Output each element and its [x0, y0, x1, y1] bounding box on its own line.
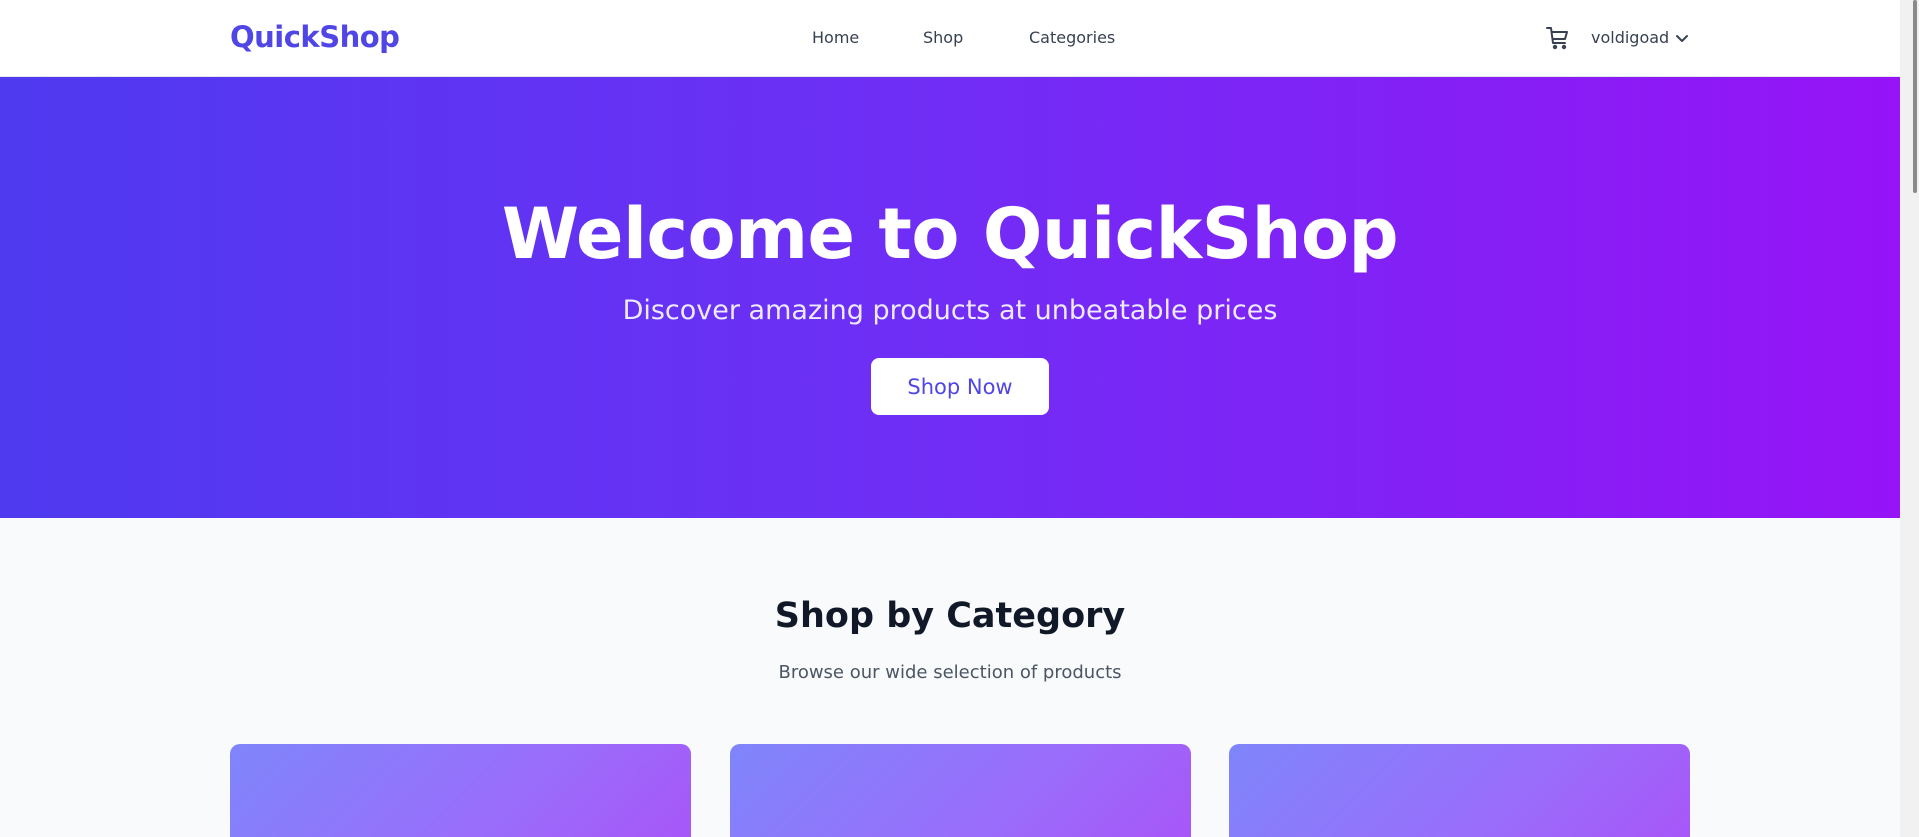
cart-button[interactable]: [1544, 24, 1572, 52]
nav-shop-link[interactable]: Shop: [923, 28, 963, 47]
category-section-subtitle: Browse our wide selection of products: [778, 662, 1122, 683]
shop-now-button[interactable]: Shop Now: [871, 358, 1049, 415]
page: QuickShop Home Shop Categories voldigoad…: [0, 0, 1919, 837]
cart-icon: [1546, 27, 1568, 50]
nav-categories-link[interactable]: Categories: [1029, 28, 1115, 47]
username: voldigoad: [1591, 28, 1670, 47]
nav-home-link[interactable]: Home: [812, 28, 859, 47]
hero-banner: Welcome to QuickShop Discover amazing pr…: [0, 77, 1900, 518]
top-navbar: QuickShop Home Shop Categories voldigoad: [0, 0, 1900, 77]
hero-subtitle: Discover amazing products at unbeatable …: [622, 295, 1278, 326]
category-card[interactable]: [1229, 744, 1690, 837]
category-card[interactable]: [230, 744, 691, 837]
category-section-title: Shop by Category: [774, 596, 1126, 636]
category-card[interactable]: [730, 744, 1191, 837]
hero-title: Welcome to QuickShop: [501, 193, 1399, 275]
chevron-down-icon: [1676, 34, 1689, 42]
user-menu[interactable]: voldigoad: [1591, 28, 1689, 47]
scrollbar-thumb[interactable]: [1913, 0, 1917, 193]
